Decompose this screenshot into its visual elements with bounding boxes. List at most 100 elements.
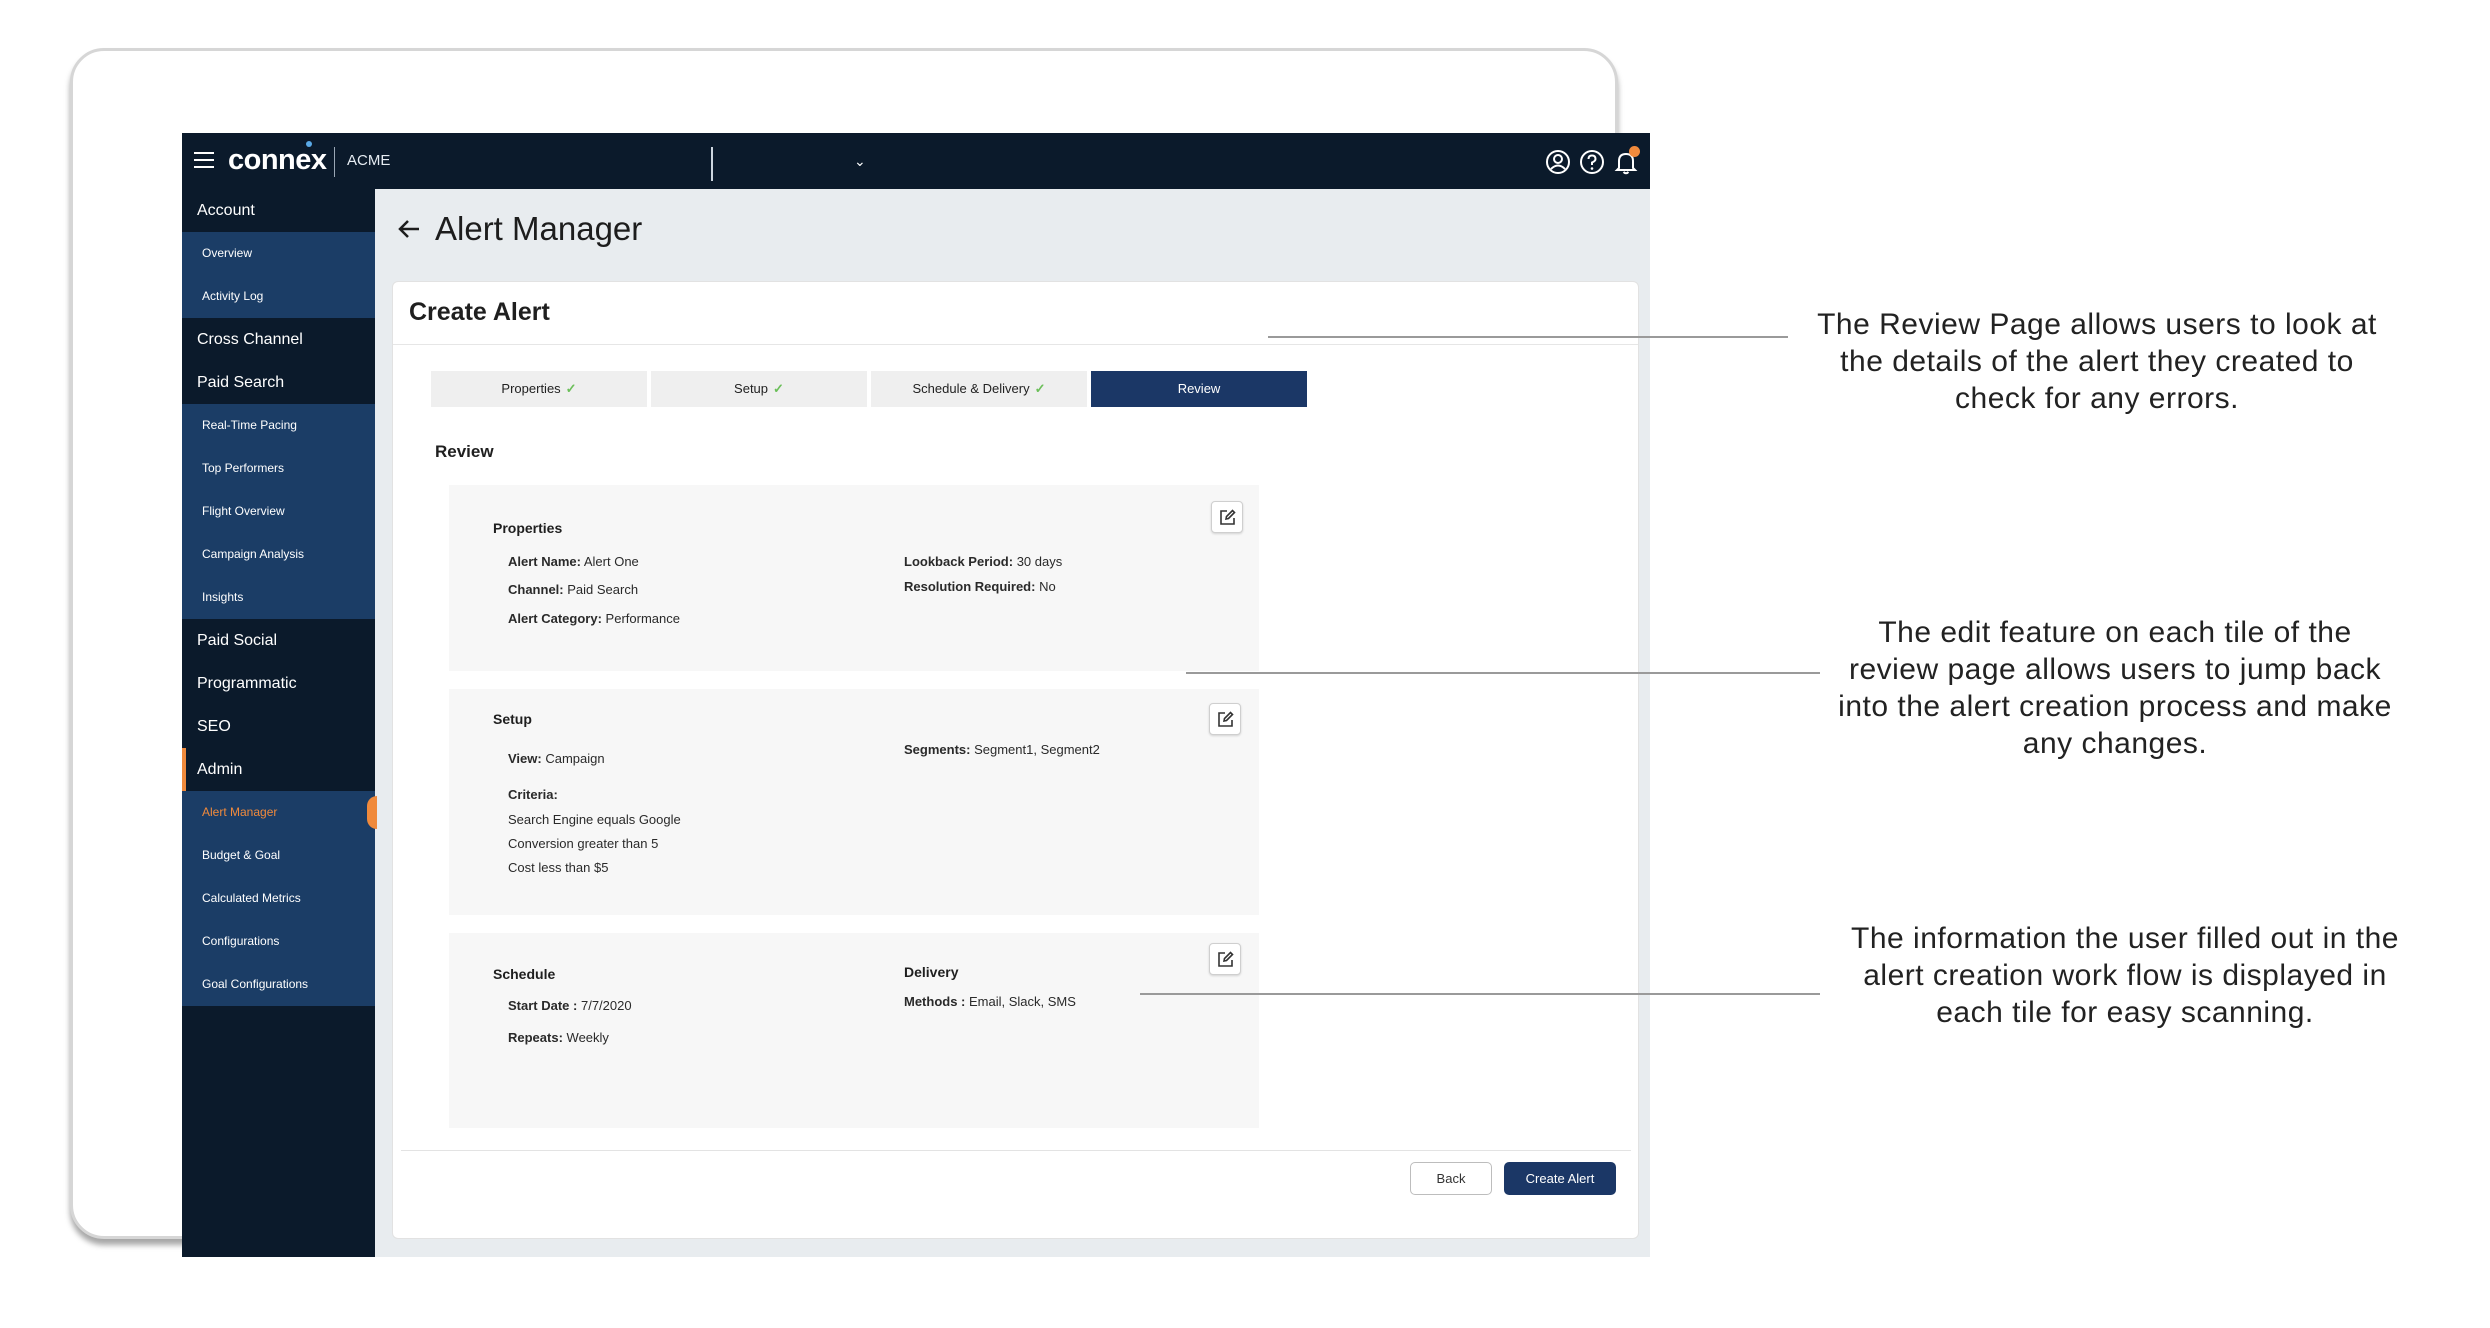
segments-key: Segments: [904, 742, 971, 757]
channel-row: Channel: Paid Search [508, 582, 638, 597]
step-setup[interactable]: Setup ✓ [651, 371, 867, 407]
setup-title: Setup [493, 711, 532, 727]
channel-key: Channel: [508, 582, 564, 597]
methods-key: Methods : [904, 994, 966, 1009]
category-key: Alert Category: [508, 611, 602, 626]
sidebar-section-admin[interactable]: Admin [182, 748, 375, 791]
logo-dot [306, 141, 312, 147]
user-icon[interactable] [1544, 148, 1572, 176]
sidebar-item-budget-goal[interactable]: Budget & Goal [182, 834, 375, 877]
category-value: Performance [605, 611, 680, 626]
step-label: Properties [501, 381, 561, 396]
sidebar-group-paid-search: Real-Time Pacing Top Performers Flight O… [182, 404, 375, 619]
check-icon: ✓ [565, 381, 577, 396]
back-arrow-icon[interactable] [395, 215, 423, 243]
back-button[interactable]: Back [1410, 1162, 1492, 1195]
properties-tile: Properties Alert Name: Alert One Channel… [449, 485, 1259, 671]
resolution-row: Resolution Required: No [904, 579, 1056, 594]
alert-name-row: Alert Name: Alert One [508, 554, 639, 569]
criteria-item: Conversion greater than 5 [508, 836, 659, 851]
sidebar-item-configurations[interactable]: Configurations [182, 920, 375, 963]
resolution-value: No [1039, 579, 1056, 594]
annotation-leader-review [1268, 336, 1788, 338]
view-row: View: Campaign [508, 751, 605, 766]
device-frame: connex ACME ⌄ Account Overview Activity … [70, 48, 1650, 1257]
card-divider [393, 344, 1638, 345]
sidebar-item-real-time-pacing[interactable]: Real-Time Pacing [182, 404, 375, 447]
edit-properties-button[interactable] [1211, 501, 1243, 533]
channel-value: Paid Search [567, 582, 639, 597]
sidebar-item-campaign-analysis[interactable]: Campaign Analysis [182, 533, 375, 576]
methods-row: Methods : Email, Slack, SMS [904, 994, 1076, 1009]
sidebar-section-paid-social[interactable]: Paid Social [182, 619, 375, 662]
edit-icon [1218, 711, 1234, 727]
sidebar-section-seo[interactable]: SEO [182, 705, 375, 748]
step-label: Setup [734, 381, 769, 396]
top-bar: connex ACME ⌄ [182, 133, 1650, 189]
segments-value: Segment1, Segment2 [974, 742, 1100, 757]
sidebar-section-cross-channel[interactable]: Cross Channel [182, 318, 375, 361]
lookback-value: 30 days [1016, 554, 1063, 569]
bell-icon[interactable] [1612, 146, 1640, 176]
step-properties[interactable]: Properties ✓ [431, 371, 647, 407]
start-date-key: Start Date : [508, 998, 578, 1013]
step-label: Schedule & Delivery [912, 381, 1030, 396]
edit-setup-button[interactable] [1209, 703, 1241, 735]
app-screen: connex ACME ⌄ Account Overview Activity … [182, 133, 1650, 1257]
sidebar-item-goal-configurations[interactable]: Goal Configurations [182, 963, 375, 1006]
main-content: Alert Manager Create Alert Properties ✓ S… [375, 189, 1650, 1257]
repeats-row: Repeats: Weekly [508, 1030, 609, 1045]
edit-icon [1218, 951, 1234, 967]
alert-name-key: Alert Name: [508, 554, 581, 569]
schedule-tile: Schedule Start Date : 7/7/2020 Repeats: … [449, 933, 1259, 1128]
page-title: Alert Manager [435, 210, 643, 247]
start-date-value: 7/7/2020 [580, 998, 632, 1013]
setup-tile: Setup View: Campaign Criteria: Search En… [449, 689, 1259, 915]
criteria-key: Criteria: [508, 787, 558, 802]
sidebar-item-activity-log[interactable]: Activity Log [182, 275, 375, 318]
annotation-review-page: The Review Page allows users to look at … [1817, 308, 2377, 415]
sidebar-item-alert-manager[interactable]: Alert Manager [182, 791, 377, 834]
annotation-edit-feature: The edit feature on each tile of the rev… [1838, 616, 2392, 760]
schedule-title: Schedule [493, 966, 556, 982]
review-heading: Review [435, 442, 494, 461]
view-value: Campaign [545, 751, 605, 766]
hamburger-icon[interactable] [194, 152, 214, 168]
edit-icon [1220, 509, 1236, 525]
step-schedule-delivery[interactable]: Schedule & Delivery ✓ [871, 371, 1087, 407]
sidebar-item-insights[interactable]: Insights [182, 576, 375, 619]
help-icon[interactable] [1578, 148, 1606, 176]
create-alert-button[interactable]: Create Alert [1504, 1162, 1616, 1195]
criteria-item: Search Engine equals Google [508, 812, 681, 827]
create-alert-card: Create Alert Properties ✓ Setup ✓ Schedule… [392, 281, 1639, 1239]
alert-name-value: Alert One [583, 554, 639, 569]
account-divider [711, 147, 713, 181]
step-review[interactable]: Review [1091, 371, 1307, 407]
account-select[interactable]: ACME ⌄ [347, 152, 866, 176]
sidebar-item-top-performers[interactable]: Top Performers [182, 447, 375, 490]
lookback-row: Lookback Period: 30 days [904, 554, 1062, 569]
edit-schedule-button[interactable] [1209, 943, 1241, 975]
sidebar-group-admin: Alert Manager Budget & Goal Calculated M… [182, 791, 377, 1006]
account-name: ACME [347, 152, 391, 169]
repeats-key: Repeats: [508, 1030, 563, 1045]
notification-badge [1629, 146, 1640, 157]
footer-divider [401, 1150, 1631, 1151]
step-label: Review [1177, 381, 1221, 396]
sidebar-group-account: Overview Activity Log [182, 232, 375, 318]
sidebar-item-flight-overview[interactable]: Flight Overview [182, 490, 375, 533]
sidebar-section-account[interactable]: Account [182, 189, 375, 232]
connex-logo[interactable]: connex [228, 144, 327, 177]
logo-divider [334, 147, 335, 177]
sidebar-item-calculated-metrics[interactable]: Calculated Metrics [182, 877, 375, 920]
sidebar-section-programmatic[interactable]: Programmatic [182, 662, 375, 705]
page-header: Alert Manager [395, 207, 642, 251]
view-key: View: [508, 751, 542, 766]
lookback-key: Lookback Period: [904, 554, 1014, 569]
annotation-tile-info: The information the user filled out in t… [1851, 922, 2399, 1029]
sidebar-item-overview[interactable]: Overview [182, 232, 375, 275]
card-title: Create Alert [409, 298, 550, 326]
sidebar-section-paid-search[interactable]: Paid Search [182, 361, 375, 404]
properties-title: Properties [493, 520, 563, 536]
criteria-label: Criteria: [508, 787, 558, 802]
